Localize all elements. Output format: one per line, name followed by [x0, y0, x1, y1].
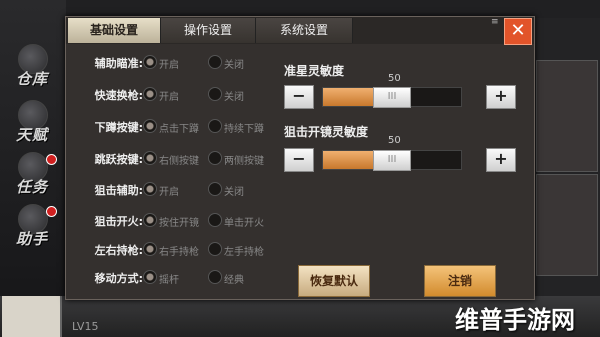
radio-option[interactable]: [143, 151, 157, 165]
setting-label: 移动方式:: [94, 272, 143, 285]
radio-label: 左手持枪: [224, 247, 264, 258]
radio-label: 两侧按键: [224, 156, 264, 167]
scope-sensitivity-title: 狙击开镜灵敏度: [284, 125, 369, 139]
setting-label: 左右持枪:: [94, 244, 143, 257]
setting-label: 狙击辅助:: [94, 184, 143, 197]
scope-sensitivity-value: 50: [388, 135, 401, 146]
crosshair-sensitivity-title: 准星灵敏度: [284, 64, 345, 78]
crosshair-plus-button[interactable]: +: [486, 85, 516, 109]
radio-label: 开启: [159, 60, 179, 71]
radio-label: 右手持枪: [159, 247, 199, 258]
radio-option[interactable]: [143, 182, 157, 196]
setting-label: 辅助瞄准:: [94, 57, 143, 70]
radio-label: 经典: [224, 275, 244, 286]
logout-button[interactable]: 注销: [424, 265, 496, 297]
nav-item-task[interactable]: 任务: [0, 150, 62, 196]
radio-label: 关闭: [224, 187, 244, 198]
radio-label: 点击下蹲: [159, 124, 199, 135]
radio-label: 摇杆: [159, 275, 179, 286]
crosshair-sensitivity-value: 50: [388, 73, 401, 84]
watermark: 维普手游网: [455, 306, 575, 334]
radio-label: 关闭: [224, 60, 244, 71]
radio-option[interactable]: [143, 242, 157, 256]
close-button[interactable]: ✕: [504, 18, 532, 45]
scope-plus-button[interactable]: +: [486, 148, 516, 172]
avatar[interactable]: [2, 296, 62, 337]
player-level: LV15: [72, 320, 99, 333]
radio-label: 单击开火: [224, 218, 264, 229]
radio-option[interactable]: [208, 270, 222, 284]
menu-icon: ≡: [491, 17, 499, 27]
tab-control-settings[interactable]: 操作设置: [161, 18, 256, 43]
settings-dialog: 基础设置 操作设置 系统设置 ≡ ✕ 辅助瞄准: 开启 关闭 快速换枪: 开启 …: [65, 16, 535, 300]
radio-option[interactable]: [143, 270, 157, 284]
notification-dot: [46, 206, 57, 217]
radio-option[interactable]: [208, 182, 222, 196]
item-card[interactable]: [536, 60, 598, 172]
radio-option[interactable]: [208, 55, 222, 69]
radio-label: 开启: [159, 187, 179, 198]
scope-slider[interactable]: III: [322, 150, 462, 171]
radio-option[interactable]: [208, 213, 222, 227]
scope-slider-thumb[interactable]: III: [373, 150, 411, 171]
tab-system-settings[interactable]: 系统设置: [256, 18, 353, 43]
setting-label: 下蹲按键:: [94, 121, 143, 134]
tab-bar: 基础设置 操作设置 系统设置 ≡ ✕: [66, 17, 534, 45]
radio-label: 持续下蹲: [224, 124, 264, 135]
crosshair-slider-thumb[interactable]: III: [373, 87, 411, 108]
nav-label: 任务: [15, 178, 48, 196]
nav-item-warehouse[interactable]: 仓库: [0, 42, 62, 88]
radio-option[interactable]: [208, 151, 222, 165]
radio-label: 右侧按键: [159, 156, 199, 167]
nav-item-talent[interactable]: 天赋: [0, 98, 62, 144]
radio-option[interactable]: [143, 119, 157, 133]
radio-label: 开启: [159, 92, 179, 103]
radio-label: 关闭: [224, 92, 244, 103]
radio-option[interactable]: [143, 213, 157, 227]
scope-minus-button[interactable]: −: [284, 148, 314, 172]
nav-label: 仓库: [15, 70, 48, 88]
tab-basic-settings[interactable]: 基础设置: [68, 18, 161, 43]
setting-label: 快速换枪:: [94, 89, 143, 102]
radio-option[interactable]: [143, 55, 157, 69]
reset-default-button[interactable]: 恢复默认: [298, 265, 370, 297]
notification-dot: [46, 154, 57, 165]
crosshair-minus-button[interactable]: −: [284, 85, 314, 109]
nav-item-assistant[interactable]: 助手: [0, 202, 62, 248]
radio-option[interactable]: [143, 87, 157, 101]
radio-option[interactable]: [208, 119, 222, 133]
character-card[interactable]: [536, 174, 598, 276]
radio-label: 按住开镜: [159, 218, 199, 229]
crosshair-slider[interactable]: III: [322, 87, 462, 108]
radio-option[interactable]: [208, 242, 222, 256]
setting-label: 跳跃按键:: [94, 153, 143, 166]
nav-label: 助手: [15, 230, 48, 248]
nav-label: 天赋: [15, 126, 48, 144]
radio-option[interactable]: [208, 87, 222, 101]
setting-label: 狙击开火:: [94, 215, 143, 228]
